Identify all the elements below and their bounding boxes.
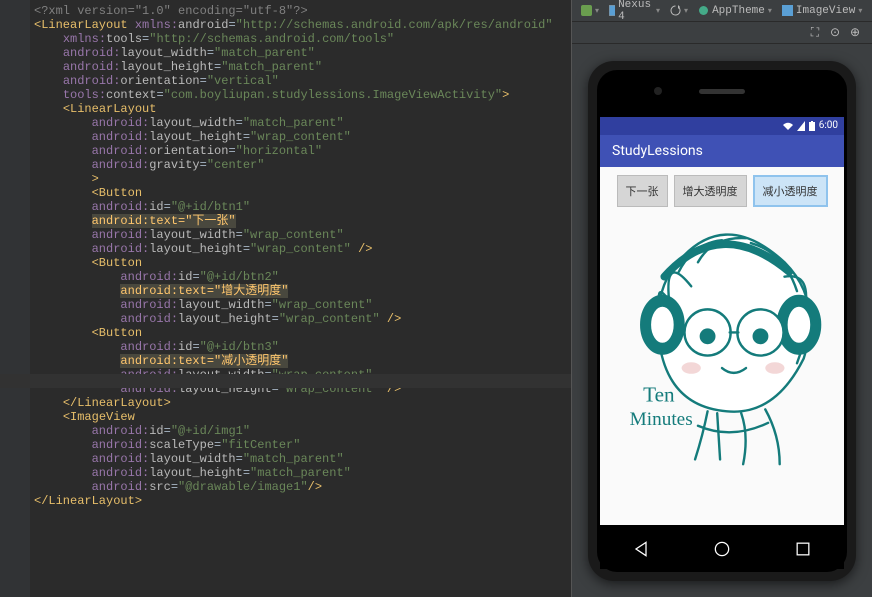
status-bar: 6:00	[600, 117, 844, 135]
btn-next[interactable]: 下一张	[617, 175, 668, 207]
phone-screen: 6:00 StudyLessions 下一张 增大透明度 减小透明度	[600, 117, 844, 525]
orientation-dropdown[interactable]: ▾	[667, 5, 691, 16]
editor-gutter	[0, 0, 30, 597]
preview-panel: ▾ Nexus 4▾ ▾ AppTheme▾ ImageView▾ ▾ 23▾ …	[572, 0, 872, 597]
zoom-fit-icon[interactable]: ⛶	[808, 26, 822, 40]
button-row: 下一张 增大透明度 减小透明度	[600, 167, 844, 215]
zoom-toolbar: ⛶ ⊙ ⊕	[572, 22, 872, 44]
zoom-in-icon[interactable]: ⊕	[848, 26, 862, 40]
phone-speaker	[699, 89, 745, 94]
image-text-minutes: Minutes	[630, 408, 693, 429]
code-content[interactable]: <?xml version="1.0" encoding="utf-8"?> <…	[0, 0, 571, 512]
app-bar: StudyLessions	[600, 135, 844, 167]
palette-dropdown[interactable]: ▾	[578, 5, 602, 16]
chibi-headphones-image: Ten Minutes	[604, 219, 840, 469]
view-icon	[782, 5, 793, 16]
code-editor[interactable]: <?xml version="1.0" encoding="utf-8"?> <…	[0, 0, 572, 597]
battery-icon	[809, 121, 815, 131]
nav-recents-icon[interactable]	[793, 539, 813, 559]
zoom-actual-icon[interactable]: ⊙	[828, 26, 842, 40]
theme-icon	[698, 5, 709, 16]
phone-camera	[654, 87, 662, 95]
theme-dropdown[interactable]: AppTheme▾	[695, 5, 775, 17]
android-nav-bar	[600, 529, 844, 569]
signal-icon	[797, 121, 805, 131]
preview-toolbar: ▾ Nexus 4▾ ▾ AppTheme▾ ImageView▾ ▾ 23▾	[572, 0, 872, 22]
view-dropdown[interactable]: ImageView▾	[779, 5, 865, 17]
wifi-icon	[783, 121, 793, 131]
device-dropdown[interactable]: Nexus 4▾	[606, 0, 663, 23]
phone-frame: 6:00 StudyLessions 下一张 增大透明度 减小透明度	[588, 61, 856, 581]
device-preview-area: 6:00 StudyLessions 下一张 增大透明度 减小透明度	[572, 44, 872, 597]
device-icon	[609, 5, 615, 16]
status-time: 6:00	[819, 120, 838, 131]
current-line-highlight	[0, 374, 571, 388]
nav-back-icon[interactable]	[631, 539, 651, 559]
btn-decrease-alpha[interactable]: 减小透明度	[753, 175, 828, 207]
app-title: StudyLessions	[612, 143, 703, 159]
palette-icon	[581, 5, 592, 16]
image-view: Ten Minutes	[600, 215, 844, 465]
rotate-icon	[670, 5, 681, 16]
btn-increase-alpha[interactable]: 增大透明度	[674, 175, 747, 207]
nav-home-icon[interactable]	[712, 539, 732, 559]
image-text-ten: Ten	[643, 382, 675, 406]
